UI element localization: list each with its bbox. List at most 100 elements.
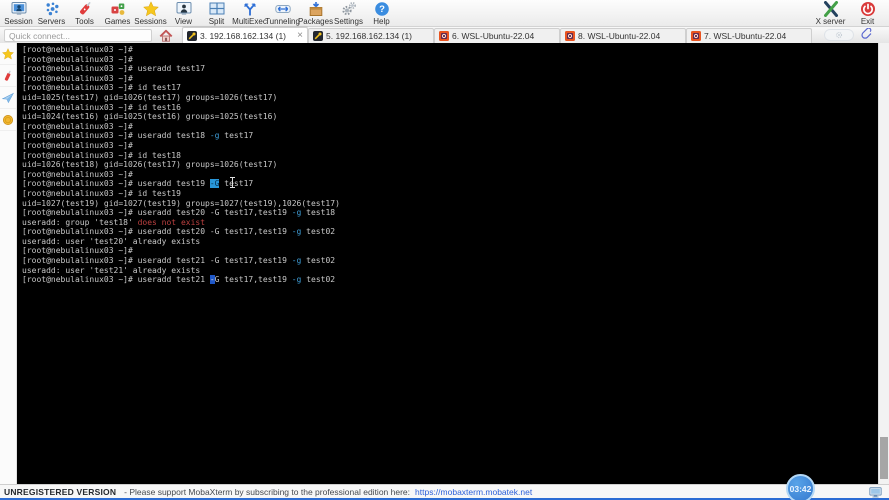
coin-icon [2, 114, 14, 126]
tab-label: 6. WSL-Ubuntu-22.04 [452, 31, 535, 41]
toolbar-item-servers[interactable]: Servers [35, 1, 68, 26]
toolbar-item-x-server[interactable]: X server [812, 1, 849, 26]
view-icon [176, 1, 192, 17]
statusbar-message: - Please support MobaXterm by subscribin… [124, 486, 411, 497]
ssh-icon [313, 31, 323, 41]
sidebar-star-button[interactable] [0, 43, 16, 65]
terminal-line: [root@nebulalinux03 ~]# [22, 169, 133, 179]
terminal-line: [root@nebulalinux03 ~]# id test16 [22, 102, 181, 112]
sidebar-knife-button[interactable] [0, 65, 16, 87]
display-icon[interactable] [868, 485, 883, 499]
terminal-line: [root@nebulalinux03 ~]# [22, 246, 133, 256]
terminal-line: useradd: user 'test20' already exists [22, 236, 201, 246]
toolbar-item-label: Split [208, 17, 225, 26]
status-bar: UNREGISTERED VERSION - Please support Mo… [0, 484, 889, 500]
wsl-icon [439, 31, 449, 41]
terminal-line: [root@nebulalinux03 ~]# useradd test18 -… [22, 131, 254, 141]
clock-overlay: 03:42 [786, 474, 815, 500]
knife-icon [2, 70, 14, 82]
quick-connect-input[interactable] [4, 29, 152, 42]
terminal-line: [root@nebulalinux03 ~]# [22, 45, 133, 54]
terminal-line: [root@nebulalinux03 ~]# [22, 140, 133, 150]
toolbar-item-exit[interactable]: Exit [849, 1, 886, 26]
toolbar-item-label: Exit [860, 17, 875, 26]
terminal-line: [root@nebulalinux03 ~]# [22, 73, 133, 83]
xserver-icon [823, 1, 839, 17]
wsl-icon [691, 31, 701, 41]
tab-close-icon[interactable]: × [297, 30, 303, 41]
tab-label: 5. 192.168.162.134 (1) [326, 31, 413, 41]
tools-icon [77, 1, 93, 17]
toolbar-item-packages[interactable]: Packages [298, 1, 333, 26]
terminal-line: uid=1027(test19) gid=1027(test19) groups… [22, 198, 340, 208]
terminal-line: [root@nebulalinux03 ~]# useradd test20 -… [22, 227, 336, 237]
terminal-line: [root@nebulalinux03 ~]# id test18 [22, 150, 181, 160]
toolbar-item-split[interactable]: Split [200, 1, 233, 26]
packages-icon [308, 1, 324, 17]
main-toolbar: Session Servers Tools Games Sessions View Spli… [0, 0, 889, 27]
terminal-line: [root@nebulalinux03 ~]# useradd test21 -… [22, 256, 336, 266]
toolbar-item-settings[interactable]: Settings [332, 1, 365, 26]
toolbar-item-label: Tools [75, 17, 94, 26]
toolbar-item-tools[interactable]: Tools [68, 1, 101, 26]
star-icon [2, 47, 14, 60]
games-icon [110, 1, 126, 17]
toolbar-item-label: MultiExec [232, 17, 267, 26]
session-icon [11, 1, 27, 17]
toolbar-item-label: Session [4, 17, 33, 26]
toolbar-item-tunneling[interactable]: Tunneling [265, 1, 300, 26]
sidebar-paper-plane-button[interactable] [0, 87, 16, 109]
terminal-line: [root@nebulalinux03 ~]# useradd test21 -… [22, 275, 336, 285]
tab-label: 3. 192.168.162.134 (1) [200, 30, 287, 41]
exit-icon [860, 1, 876, 17]
tab-label: 7. WSL-Ubuntu-22.04 [704, 31, 787, 41]
terminal-line: [root@nebulalinux03 ~]# useradd test19 -… [22, 179, 254, 189]
terminal-line: uid=1025(test17) gid=1026(test17) groups… [22, 92, 278, 102]
help-icon: ? [374, 1, 390, 17]
terminal-line: [root@nebulalinux03 ~]# useradd test20 -… [22, 208, 336, 218]
terminal-output[interactable]: [root@nebulalinux03 ~]# [root@nebulalinux… [17, 43, 878, 484]
tab-bar-right [824, 28, 889, 43]
toolbar-item-sessions[interactable]: Sessions [134, 1, 167, 26]
toolbar-item-label: Sessions [134, 17, 167, 26]
session-tab-4[interactable]: 8. WSL-Ubuntu-22.04 [560, 28, 686, 43]
session-tab-2[interactable]: 5. 192.168.162.134 (1) [308, 28, 434, 43]
home-button[interactable] [156, 28, 178, 43]
paper-plane-icon [2, 92, 14, 104]
terminal-scrollbar[interactable] [878, 43, 889, 484]
session-tab-5[interactable]: 7. WSL-Ubuntu-22.04 [686, 28, 812, 43]
unregistered-version-label: UNREGISTERED VERSION [4, 486, 117, 497]
svg-text:?: ? [379, 4, 385, 15]
terminal-line: useradd: user 'test21' already exists [22, 265, 201, 275]
split-icon [209, 1, 225, 17]
wsl-icon [565, 31, 575, 41]
toolbar-item-help[interactable]: ? Help [365, 1, 398, 26]
ssh-icon [187, 30, 197, 41]
toolbar-right-items: X server Exit [812, 1, 886, 26]
mobaxterm-window: Session Servers Tools Games Sessions View Spli… [0, 0, 889, 500]
paperclip-icon[interactable] [860, 28, 873, 41]
statusbar-link[interactable]: https://mobaxterm.mobatek.net [415, 487, 532, 497]
session-tab-3[interactable]: 6. WSL-Ubuntu-22.04 [434, 28, 560, 43]
toolbar-item-label: Settings [334, 17, 363, 26]
sidebar-coin-button[interactable] [0, 109, 16, 131]
tab-label: 8. WSL-Ubuntu-22.04 [578, 31, 661, 41]
toolbar-item-multiexec[interactable]: MultiExec [232, 1, 267, 26]
toolbar-item-label: View [174, 17, 193, 26]
terminal-line: uid=1024(test16) gid=1025(test16) groups… [22, 112, 278, 122]
servers-icon [44, 1, 60, 17]
toolbar-item-label: Tunneling [265, 17, 300, 26]
toolbar-item-session[interactable]: Session [2, 1, 35, 26]
toolbar-item-label: Help [373, 17, 390, 26]
session-tab-1[interactable]: 3. 192.168.162.134 (1) × [182, 27, 308, 43]
toolbar-item-games[interactable]: Games [101, 1, 134, 26]
terminal-line: [root@nebulalinux03 ~]# id test17 [22, 83, 181, 93]
toolbar-item-view[interactable]: View [167, 1, 200, 26]
scrollbar-thumb[interactable] [880, 437, 888, 479]
session-tabs: 3. 192.168.162.134 (1) × 5. 192.168.162.13… [182, 27, 812, 43]
gear-icon [834, 30, 844, 40]
multiexec-icon [242, 1, 258, 17]
tab-settings-button[interactable] [824, 28, 854, 41]
home-icon [159, 29, 175, 43]
terminal-line: [root@nebulalinux03 ~]# [22, 54, 133, 64]
